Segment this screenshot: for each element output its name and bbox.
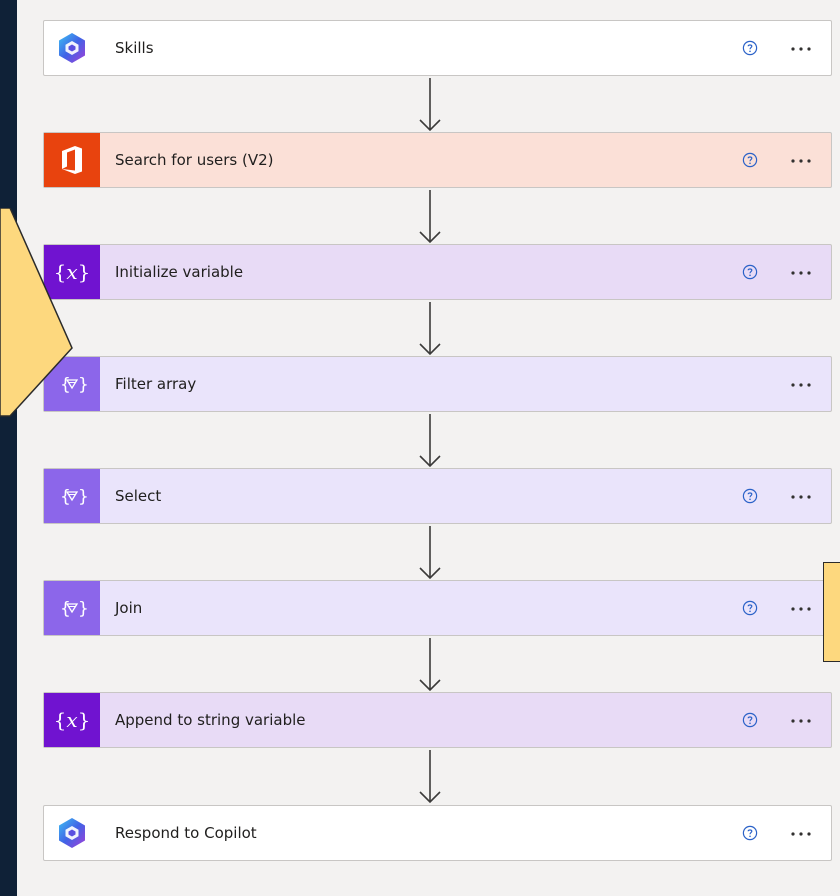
flow-canvas: Skills Search for users (V2) {x} Initial…: [17, 0, 840, 896]
down-arrow-icon: [419, 750, 441, 804]
ellipsis-icon[interactable]: [785, 483, 817, 511]
step-append-string-variable[interactable]: {x} Append to string variable: [43, 692, 832, 748]
office-365-icon: [44, 133, 100, 187]
variable-icon: {x}: [44, 693, 100, 747]
step-filter-array[interactable]: { } Filter array: [43, 356, 832, 412]
step-join[interactable]: { } Join: [43, 580, 832, 636]
down-arrow-icon: [419, 190, 441, 244]
down-arrow-icon: [419, 302, 441, 356]
copilot-studio-icon: [44, 21, 100, 75]
svg-text:{: {: [60, 487, 71, 507]
step-label: Search for users (V2): [115, 151, 274, 169]
step-label: Select: [115, 487, 162, 505]
question-circle-icon[interactable]: [741, 599, 759, 617]
step-label: Append to string variable: [115, 711, 306, 729]
ellipsis-icon[interactable]: [785, 707, 817, 735]
question-circle-icon[interactable]: [741, 824, 759, 842]
step-select[interactable]: { } Select: [43, 468, 832, 524]
svg-text:}: }: [78, 375, 88, 395]
step-respond-to-copilot[interactable]: Respond to Copilot: [43, 805, 832, 861]
callout-arrow-shape: [0, 208, 73, 417]
step-label: Skills: [115, 39, 154, 57]
data-operation-icon: { }: [44, 581, 100, 635]
down-arrow-icon: [419, 78, 441, 132]
step-initialize-variable[interactable]: {x} Initialize variable: [43, 244, 832, 300]
svg-text:}: }: [78, 487, 88, 507]
step-label: Join: [115, 599, 143, 617]
down-arrow-icon: [419, 638, 441, 692]
ellipsis-icon[interactable]: [785, 259, 817, 287]
ellipsis-icon[interactable]: [785, 147, 817, 175]
down-arrow-icon: [419, 526, 441, 580]
copilot-studio-icon: [44, 806, 100, 860]
ellipsis-icon[interactable]: [785, 595, 817, 623]
question-circle-icon[interactable]: [741, 711, 759, 729]
ellipsis-icon[interactable]: [785, 371, 817, 399]
step-label: Filter array: [115, 375, 197, 393]
ellipsis-icon[interactable]: [785, 35, 817, 63]
step-skills[interactable]: Skills: [43, 20, 832, 76]
ellipsis-icon[interactable]: [785, 820, 817, 848]
svg-text:{x}: {x}: [54, 708, 91, 732]
svg-text:{: {: [60, 599, 71, 619]
step-search-users[interactable]: Search for users (V2): [43, 132, 832, 188]
question-circle-icon[interactable]: [741, 151, 759, 169]
data-operation-icon: { }: [44, 469, 100, 523]
step-label: Respond to Copilot: [115, 824, 257, 842]
step-label: Initialize variable: [115, 263, 244, 281]
question-circle-icon[interactable]: [741, 487, 759, 505]
question-circle-icon[interactable]: [741, 39, 759, 57]
down-arrow-icon: [419, 414, 441, 468]
question-circle-icon[interactable]: [741, 263, 759, 281]
callout-box: [823, 562, 840, 662]
svg-text:}: }: [78, 599, 88, 619]
